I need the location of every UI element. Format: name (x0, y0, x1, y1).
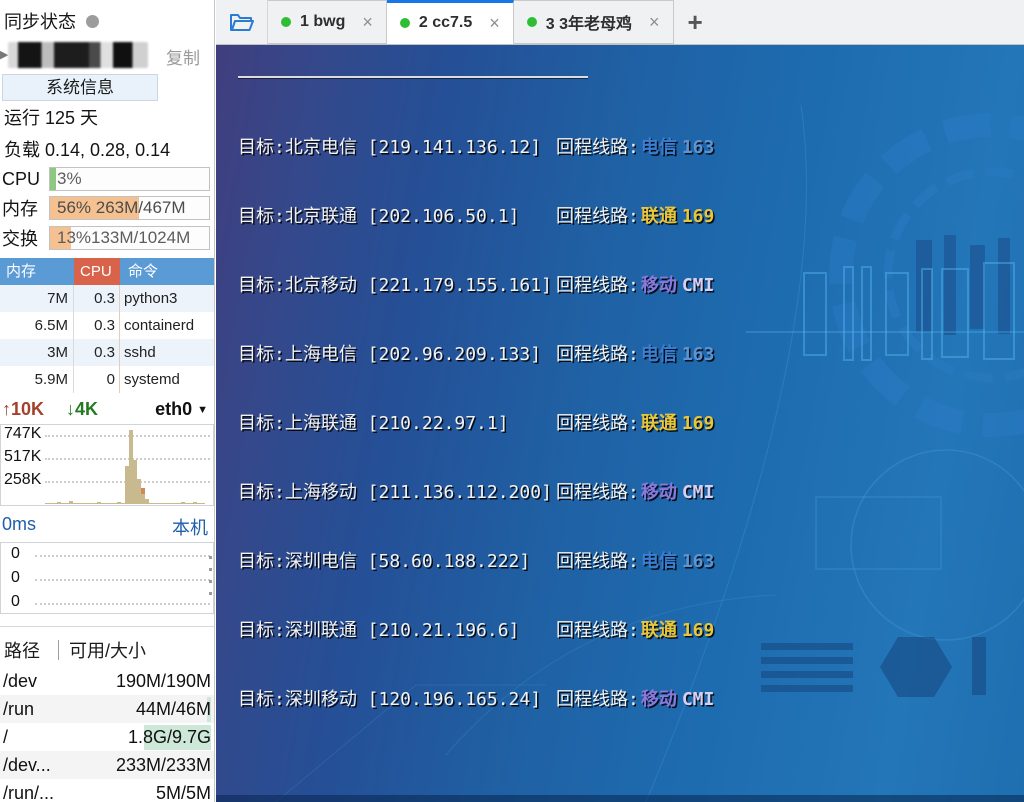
close-icon[interactable]: × (649, 12, 660, 33)
tab-bwg[interactable]: 1 bwg × (268, 0, 387, 44)
connected-dot-icon (399, 18, 410, 28)
route-test-line: 目标:上海联通 [210.22.97.1] 回程线路: 联通 169 (238, 413, 715, 434)
chevron-down-icon: ▼ (197, 403, 208, 416)
download-arrow-icon: ↓ (66, 399, 76, 419)
process-row: 3M 0.3 sshd (0, 339, 214, 366)
tab-bar: 1 bwg × 2 cc7.5 × 3 3年老母鸡 × + (216, 0, 1024, 45)
route-test-line: 目标:上海移动 [211.136.112.200] 回程线路: 移动 CMI (238, 482, 715, 503)
route-test-line: 目标:北京电信 [219.141.136.12] 回程线路: 电信 163 (238, 137, 715, 158)
download-rate: ↓4K (66, 399, 99, 419)
net-y-label: 747K (4, 425, 42, 443)
cpu-column-header[interactable]: CPU (74, 258, 120, 285)
ping-y-label: 0 (11, 593, 20, 611)
command-column-header[interactable]: 命令 (120, 258, 214, 285)
tab-label: 2 cc7.5 (418, 14, 473, 31)
sync-status-dot-icon (86, 14, 99, 28)
disk-row: /1.8G/9.7G (0, 723, 214, 751)
divider (0, 626, 214, 627)
ping-y-label: 0 (11, 545, 20, 563)
swap-meter: 13%133M/1024M (49, 226, 210, 250)
open-folder-icon (229, 14, 254, 31)
disk-table-header: 路径 可用/大小 (0, 633, 214, 667)
memory-column-header[interactable]: 内存 (0, 258, 74, 285)
net-y-label: 258K (4, 471, 42, 489)
disk-row: /dev 190M/190M (3, 670, 211, 691)
cpu-meter: 3% (49, 167, 210, 191)
tab-laomuji[interactable]: 3 3年老母鸡 × (513, 0, 674, 44)
divider (58, 640, 59, 660)
process-row: 7M 0.3 python3 (0, 285, 214, 312)
system-monitor-sidebar: 同步状态 ▶ 复制 系统信息 运行 125 天 负载 0.14, 0.28, 0… (0, 0, 215, 802)
network-header: ↑10K ↓4K eth0 ▼ (0, 393, 214, 422)
system-info-button[interactable]: 系统信息 (2, 74, 158, 101)
path-column-header[interactable]: 路径 (4, 637, 40, 663)
memory-meter: 56% 263M/467M (49, 196, 210, 220)
sync-status-label: 同步状态 (4, 12, 76, 32)
disk-table-body: /dev 190M/190M/run 44M/46M/1.8G/9.7G/dev..… (0, 667, 214, 802)
main-area: 1 bwg × 2 cc7.5 × 3 3年老母鸡 × + 目标:北京电信 [2… (216, 0, 1024, 802)
route-test-line: 目标:深圳联通 [210.21.196.6] 回程线路: 联通 169 (238, 620, 715, 641)
cpu-label: CPU (2, 168, 41, 189)
net-y-label: 517K (4, 448, 42, 466)
copy-button[interactable]: 复制 (166, 44, 200, 69)
cpu-meter-fill (50, 168, 57, 190)
process-table-header: 内存 CPU 命令 (0, 258, 214, 285)
swap-label: 交换 (2, 229, 38, 249)
tab-label: 1 bwg (300, 13, 346, 30)
tab-label: 3 3年老母鸡 (545, 16, 633, 33)
disk-row: /run/... 5M/5M (3, 782, 211, 802)
open-session-button[interactable] (216, 0, 268, 44)
splitter-handle[interactable] (207, 556, 213, 608)
redacted-hostname (8, 42, 148, 68)
terminal-screen[interactable]: 目标:北京电信 [219.141.136.12] 回程线路: 电信 163 目标:北京联… (216, 45, 1024, 802)
ping-host[interactable]: 本机 (172, 514, 208, 540)
route-test-line: 目标:北京移动 [221.179.155.161] 回程线路: 移动 CMI (238, 275, 715, 296)
process-row: 5.9M 0 systemd (0, 366, 214, 393)
close-icon[interactable]: × (489, 13, 500, 34)
new-tab-button[interactable]: + (688, 9, 703, 35)
connected-dot-icon (281, 17, 291, 27)
disk-row: /run 44M/46M (0, 695, 214, 723)
process-row: 6.5M 0.3 containerd (0, 312, 214, 339)
memory-label: 内存 (2, 199, 38, 219)
ping-graph: 0 0 0 (0, 542, 214, 614)
process-table-body: 7M 0.3 python3 6.5M 0.3 containerd 3M 0.3 sshd 5.… (0, 285, 214, 393)
route-test-line: 目标:上海电信 [202.96.209.133] 回程线路: 电信 163 (238, 344, 715, 365)
close-icon[interactable]: × (362, 12, 373, 33)
route-test-line: 目标:深圳电信 [58.60.188.222] 回程线路: 电信 163 (238, 551, 715, 572)
connected-dot-icon (526, 17, 537, 27)
terminal-separator-line (238, 76, 588, 78)
network-graph: 747K 517K 258K (0, 424, 214, 506)
disk-row: /dev... 233M/233M (0, 751, 214, 779)
route-test-line: 目标:北京联通 [202.106.50.1] 回程线路: 联通 169 (238, 206, 715, 227)
terminal-lines: 目标:北京电信 [219.141.136.12] 回程线路: 电信 163 目标:北京联… (238, 133, 1024, 710)
tab-cc75-active[interactable]: 2 cc7.5 × (386, 0, 514, 44)
uptime-label: 运行 125 天 (4, 108, 99, 128)
network-graph-bars (45, 430, 210, 504)
upload-arrow-icon: ↑ (2, 399, 11, 419)
route-test-line: 目标:深圳移动 [120.196.165.24] 回程线路: 移动 CMI (238, 689, 715, 710)
ping-y-label: 0 (11, 569, 20, 587)
size-column-header[interactable]: 可用/大小 (69, 637, 146, 663)
net-bar (201, 502, 205, 504)
interface-selector[interactable]: eth0 ▼ (155, 399, 208, 420)
ping-latency: 0ms (2, 514, 37, 534)
upload-rate: ↑10K (2, 399, 45, 419)
ping-header: 0ms 本机 (0, 506, 214, 542)
process-table: 内存 CPU 命令 7M 0.3 python3 6.5M 0.3 containerd 3… (0, 258, 214, 393)
load-label: 负载 0.14, 0.28, 0.14 (4, 140, 171, 160)
